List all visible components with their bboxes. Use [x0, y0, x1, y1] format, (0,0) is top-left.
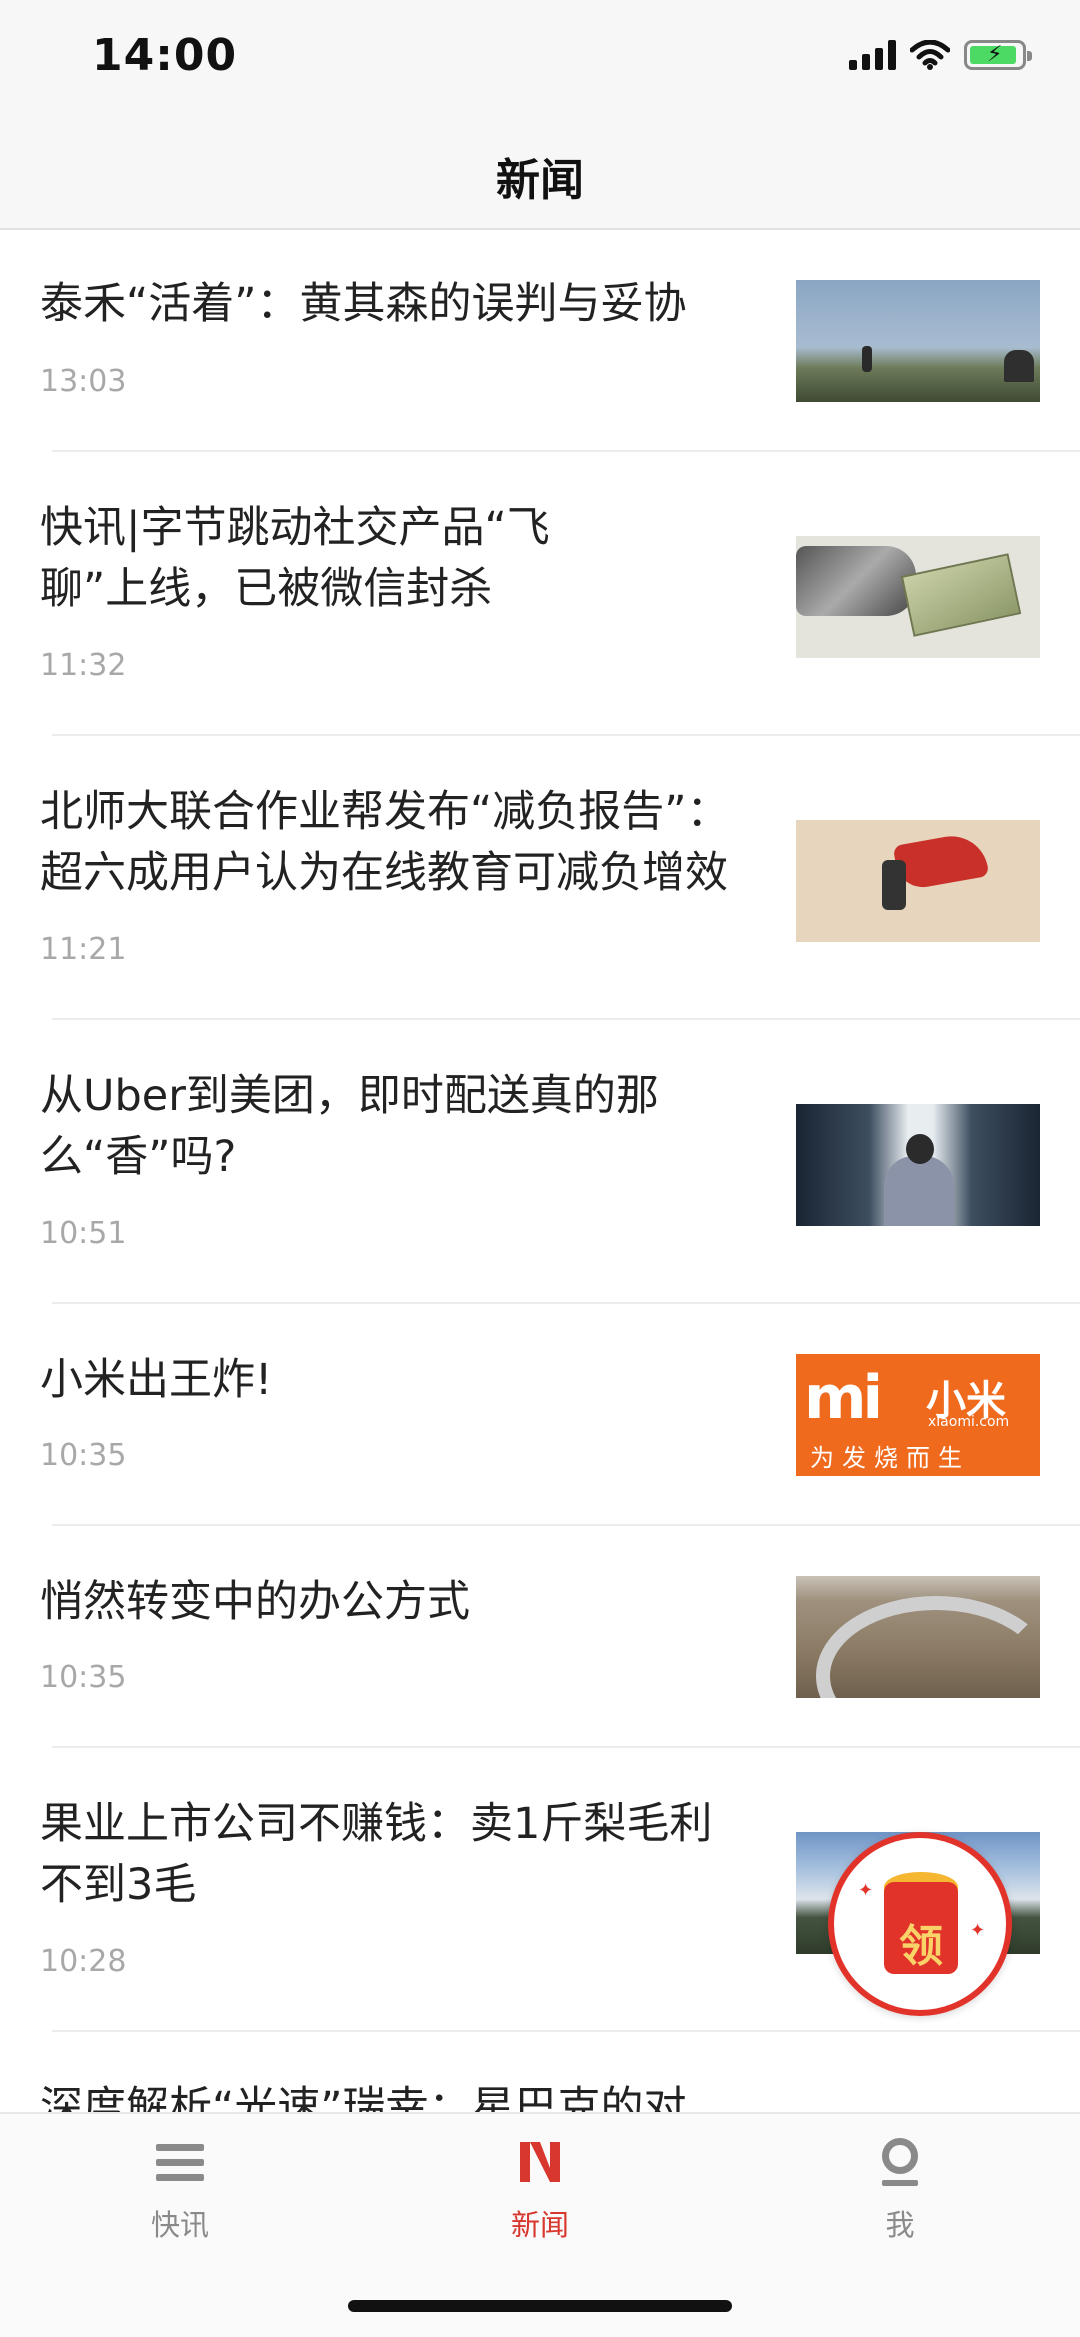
page-title: 新闻: [496, 155, 584, 206]
status-time: 14:00: [92, 30, 238, 81]
news-time: 10:35: [40, 1438, 127, 1473]
news-item[interactable]: 北师大联合作业帮发布“减负报告”：超六成用户认为在线教育可减负增效 11:21: [0, 736, 1080, 1020]
news-thumbnail: [796, 1576, 1040, 1698]
news-thumbnail: mi 小米 xiaomi.com 为发烧而生: [796, 1354, 1040, 1476]
news-thumbnail: [796, 280, 1040, 402]
news-list[interactable]: 泰禾“活着”：黄其森的误判与妥协 13:03 快讯|字节跳动社交产品“飞聊”上线…: [0, 232, 1080, 2112]
signal-icon: [849, 40, 896, 70]
news-title: 快讯|字节跳动社交产品“飞聊”上线，已被微信封杀: [40, 503, 550, 614]
status-bar: 14:00 ⚡: [0, 0, 1080, 120]
tab-label: 我: [885, 2208, 915, 2242]
news-title: 泰禾“活着”：黄其森的误判与妥协: [40, 279, 687, 329]
news-time: 11:21: [40, 932, 127, 967]
news-time: 10:35: [40, 1660, 127, 1695]
news-time: 13:03: [40, 364, 127, 399]
news-item[interactable]: 泰禾“活着”：黄其森的误判与妥协 13:03: [0, 232, 1080, 452]
news-time: 10:51: [40, 1216, 127, 1251]
status-icons: ⚡: [849, 40, 1032, 70]
news-time: 10:28: [40, 1944, 127, 1979]
news-title: 从Uber到美团，即时配送真的那么“香”吗?: [40, 1071, 659, 1182]
xiaomi-logo: mi: [804, 1363, 883, 1433]
red-envelope-button[interactable]: 领 ✦ ✦: [828, 1832, 1012, 2016]
nav-header: 新闻: [0, 120, 1080, 230]
tab-news[interactable]: 新闻: [460, 2138, 620, 2248]
news-title: 深度解析“光速”瑞幸：星巴克的对: [40, 2083, 687, 2112]
tab-kuaixun[interactable]: 快讯: [100, 2138, 260, 2248]
tab-label: 快讯: [150, 2208, 209, 2242]
tab-me[interactable]: 我: [820, 2138, 980, 2248]
news-n-icon: [520, 2142, 560, 2182]
person-icon: [882, 2138, 918, 2186]
wifi-icon: [910, 40, 950, 70]
news-item[interactable]: 快讯|字节跳动社交产品“飞聊”上线，已被微信封杀 11:32: [0, 452, 1080, 736]
news-thumbnail: [796, 1104, 1040, 1226]
news-time: 11:32: [40, 648, 127, 683]
hamburger-icon: [156, 2144, 204, 2184]
news-item[interactable]: 深度解析“光速”瑞幸：星巴克的对: [0, 2032, 1080, 2112]
news-item[interactable]: 小米出王炸! 10:35 mi 小米 xiaomi.com 为发烧而生: [0, 1304, 1080, 1526]
news-title: 小米出王炸!: [40, 1355, 273, 1405]
news-item[interactable]: 从Uber到美团，即时配送真的那么“香”吗? 10:51: [0, 1020, 1080, 1304]
news-thumbnail: [796, 820, 1040, 942]
news-thumbnail: [796, 536, 1040, 658]
news-title: 果业上市公司不赚钱：卖1斤梨毛利不到3毛: [40, 1799, 713, 1910]
tab-label: 新闻: [510, 2208, 569, 2242]
home-indicator[interactable]: [348, 2300, 732, 2312]
battery-icon: ⚡: [964, 40, 1032, 70]
news-item[interactable]: 悄然转变中的办公方式 10:35: [0, 1526, 1080, 1748]
news-title: 悄然转变中的办公方式: [40, 1577, 470, 1627]
news-title: 北师大联合作业帮发布“减负报告”：超六成用户认为在线教育可减负增效: [40, 787, 730, 898]
red-envelope-label: 领: [899, 1921, 943, 1972]
